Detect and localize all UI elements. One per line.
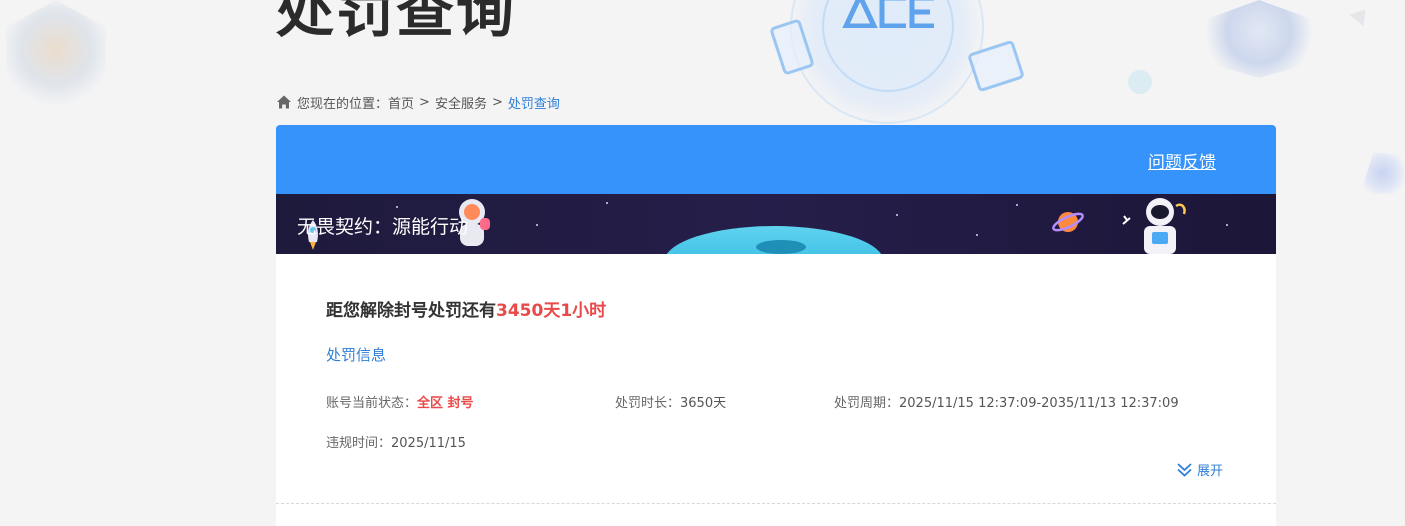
- account-status: 账号当前状态：全区 封号: [326, 392, 474, 411]
- penalty-period: 处罚周期：2025/11/15 12:37:09-2035/11/13 12:3…: [834, 392, 1179, 411]
- status-label: 账号当前状态：: [326, 396, 418, 411]
- section-divider: [276, 503, 1276, 504]
- game-title: 无畏契约：源能行动: [297, 216, 469, 238]
- breadcrumb-prefix: 您现在的位置：: [297, 96, 389, 112]
- planet-icon: [1052, 212, 1084, 232]
- violation-time: 违规时间：2025/11/15: [326, 432, 466, 451]
- banner-console-slot: [756, 240, 806, 254]
- breadcrumb-separator: >: [419, 94, 430, 110]
- expand-button[interactable]: 展开: [1176, 460, 1223, 479]
- penalty-duration: 处罚时长：3650天: [615, 392, 726, 411]
- hero-portrait-left: [6, 0, 106, 110]
- page: 处罚查询 您现在的位置： 首页 > 安全服务 > 处罚查询 问题反馈 无畏契约：…: [0, 0, 1405, 526]
- breadcrumb-security-link[interactable]: 安全服务: [435, 93, 487, 112]
- penalty-panel: 问题反馈 无畏契约：源能行动 距您解除封号处罚还有3450天1小时 处罚信息 账…: [276, 125, 1276, 526]
- violation-time-value: 2025/11/15: [391, 436, 466, 451]
- astronaut-right-icon: [1122, 198, 1186, 254]
- period-label: 处罚周期：: [834, 396, 900, 411]
- countdown-prefix: 距您解除封号处罚还有: [326, 301, 496, 321]
- breadcrumb-separator: >: [491, 94, 503, 110]
- breadcrumb: 您现在的位置： 首页 > 安全服务 > 处罚查询: [276, 92, 560, 112]
- breadcrumb-home-link[interactable]: 首页: [388, 93, 414, 112]
- duration-value: 3650天: [680, 396, 727, 411]
- violation-time-label: 违规时间：: [326, 436, 392, 451]
- breadcrumb-current: 处罚查询: [507, 96, 560, 112]
- panel-header: 问题反馈: [276, 125, 1276, 194]
- page-title: 处罚查询: [276, 0, 517, 45]
- expand-label: 展开: [1197, 464, 1224, 479]
- double-chevron-down-icon: [1177, 463, 1192, 477]
- hero-portrait-edge: [1360, 152, 1405, 194]
- game-banner: 无畏契约：源能行动: [276, 194, 1276, 254]
- duration-label: 处罚时长：: [615, 396, 681, 411]
- hero-portrait-right: [1205, 0, 1313, 78]
- status-value: 全区 封号: [417, 396, 474, 411]
- feedback-link[interactable]: 问题反馈: [1148, 148, 1216, 173]
- period-value: 2025/11/15 12:37:09-2035/11/13 12:37:09: [899, 396, 1179, 411]
- decorative-triangle: [1349, 3, 1373, 27]
- unban-countdown: 距您解除封号处罚还有3450天1小时: [326, 296, 606, 321]
- countdown-value: 3450天1小时: [496, 301, 607, 321]
- decorative-dot: [1128, 70, 1152, 94]
- home-icon: [276, 94, 292, 110]
- ace-logo: [838, 0, 938, 37]
- penalty-info-title: 处罚信息: [326, 346, 387, 364]
